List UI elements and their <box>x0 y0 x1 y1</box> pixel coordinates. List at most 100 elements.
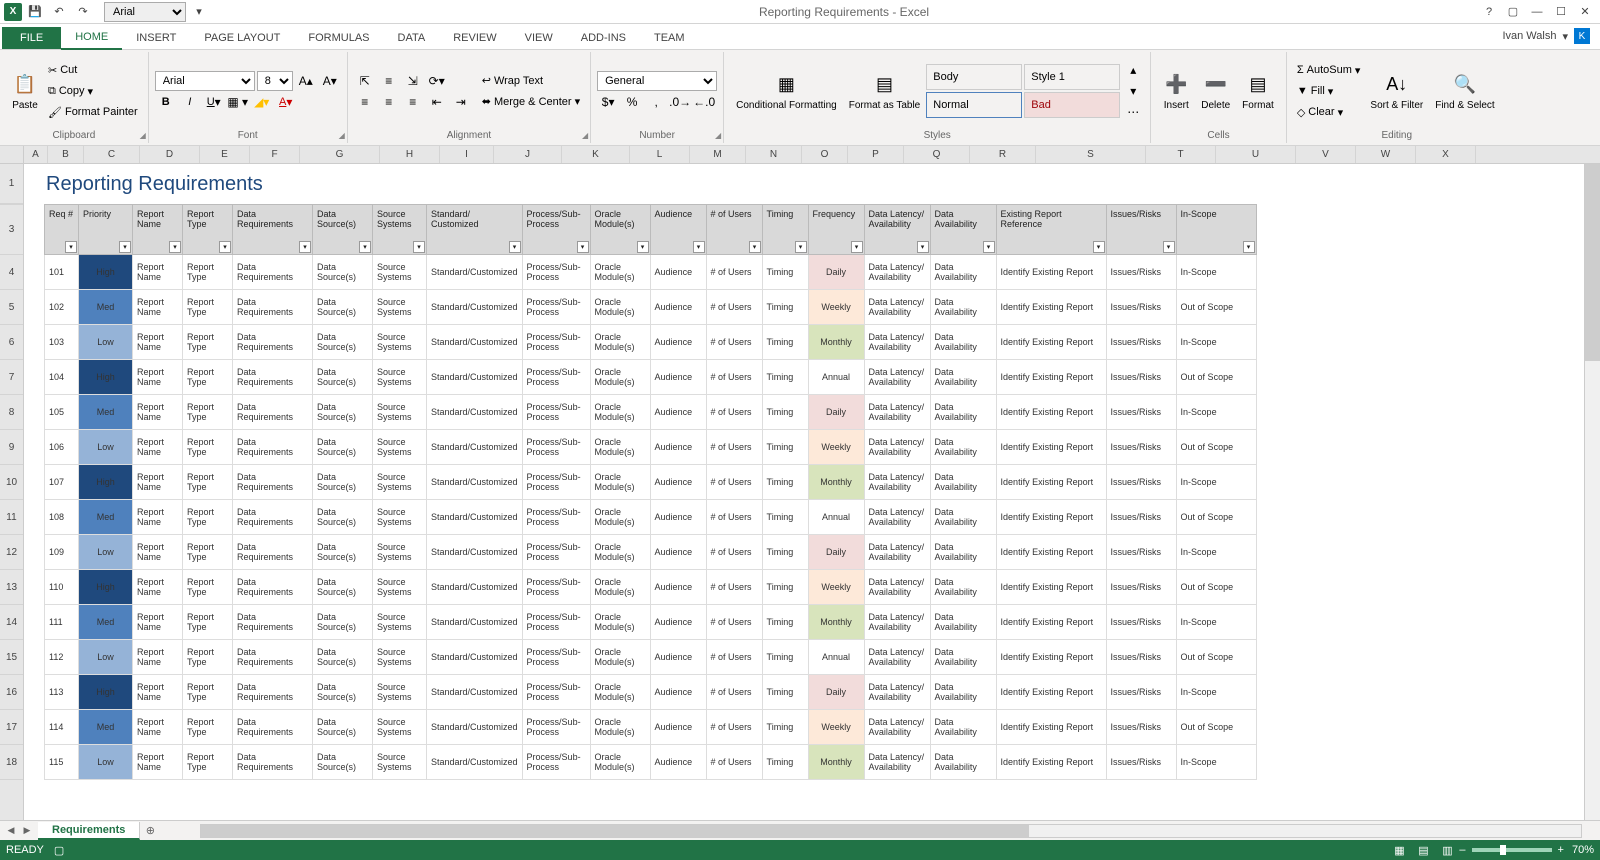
cell[interactable]: Issues/Risks <box>1106 255 1176 290</box>
sort-filter-button[interactable]: A↓Sort & Filter <box>1364 58 1429 124</box>
cell[interactable]: Timing <box>762 465 808 500</box>
cell[interactable]: Data Requirements <box>233 640 313 675</box>
filter-icon[interactable]: ▾ <box>299 241 311 253</box>
table-header[interactable]: Report Name▾ <box>133 205 183 255</box>
filter-icon[interactable]: ▾ <box>795 241 807 253</box>
ribbon-options-icon[interactable]: ▢ <box>1502 2 1524 22</box>
cell[interactable]: Report Type <box>183 465 233 500</box>
row-header[interactable]: 6 <box>0 325 23 360</box>
cell[interactable]: Med <box>79 500 133 535</box>
cell[interactable]: Report Type <box>183 675 233 710</box>
cell[interactable]: Data Requirements <box>233 360 313 395</box>
cell[interactable]: Identify Existing Report <box>996 675 1106 710</box>
cell[interactable]: Identify Existing Report <box>996 640 1106 675</box>
cell[interactable]: Data Requirements <box>233 465 313 500</box>
style-bad[interactable]: Bad <box>1024 92 1120 118</box>
cell[interactable]: Weekly <box>808 710 864 745</box>
close-icon[interactable]: ✕ <box>1574 2 1596 22</box>
cell[interactable]: Audience <box>650 710 706 745</box>
cell[interactable]: Process/Sub-Process <box>522 745 590 780</box>
cell[interactable]: Data Source(s) <box>313 255 373 290</box>
cell[interactable]: Daily <box>808 535 864 570</box>
table-header[interactable]: Audience▾ <box>650 205 706 255</box>
user-account[interactable]: Ivan Walsh ▾ K <box>1494 23 1598 49</box>
orientation-icon[interactable]: ⟳▾ <box>426 71 448 91</box>
cell[interactable]: Audience <box>650 745 706 780</box>
cell[interactable]: High <box>79 255 133 290</box>
zoom-level[interactable]: 70% <box>1572 844 1594 856</box>
cell[interactable]: Oracle Module(s) <box>590 255 650 290</box>
row-header[interactable]: 8 <box>0 395 23 430</box>
cell[interactable]: Standard/Customized <box>427 255 523 290</box>
table-header[interactable]: Oracle Module(s)▾ <box>590 205 650 255</box>
sheet-nav-first-icon[interactable]: ◀ <box>4 823 18 839</box>
cell[interactable]: Weekly <box>808 570 864 605</box>
cell[interactable]: 104 <box>45 360 79 395</box>
cell[interactable]: # of Users <box>706 430 762 465</box>
cell[interactable]: 115 <box>45 745 79 780</box>
cell[interactable]: Timing <box>762 675 808 710</box>
decrease-decimal-icon[interactable]: ←.0 <box>693 92 715 112</box>
delete-button[interactable]: ➖Delete <box>1195 58 1236 124</box>
cell[interactable]: Monthly <box>808 745 864 780</box>
cell[interactable]: Audience <box>650 640 706 675</box>
cell[interactable]: Data Requirements <box>233 255 313 290</box>
cell[interactable]: Data Source(s) <box>313 535 373 570</box>
table-header[interactable]: Priority▾ <box>79 205 133 255</box>
filter-icon[interactable]: ▾ <box>693 241 705 253</box>
cell[interactable]: Report Type <box>183 395 233 430</box>
cell[interactable]: # of Users <box>706 675 762 710</box>
table-header[interactable]: Standard/ Customized▾ <box>427 205 523 255</box>
cell[interactable]: Issues/Risks <box>1106 290 1176 325</box>
cell[interactable]: Data Latency/ Availability <box>864 290 930 325</box>
cell[interactable]: Identify Existing Report <box>996 325 1106 360</box>
cell[interactable]: Timing <box>762 255 808 290</box>
cell[interactable]: # of Users <box>706 640 762 675</box>
cell[interactable]: Data Requirements <box>233 675 313 710</box>
cell[interactable]: Identify Existing Report <box>996 395 1106 430</box>
cell[interactable]: Standard/Customized <box>427 605 523 640</box>
cell[interactable]: Process/Sub-Process <box>522 500 590 535</box>
cell[interactable]: Identify Existing Report <box>996 500 1106 535</box>
cell[interactable]: 108 <box>45 500 79 535</box>
cell[interactable]: # of Users <box>706 710 762 745</box>
cell[interactable]: Daily <box>808 675 864 710</box>
cell[interactable]: Process/Sub-Process <box>522 395 590 430</box>
cell[interactable]: Timing <box>762 710 808 745</box>
zoom-in-icon[interactable]: + <box>1558 844 1564 856</box>
cell[interactable]: Report Name <box>133 745 183 780</box>
cell[interactable]: Timing <box>762 605 808 640</box>
cell[interactable]: Low <box>79 640 133 675</box>
cell[interactable]: Data Availability <box>930 360 996 395</box>
shrink-font-icon[interactable]: A▾ <box>319 71 341 91</box>
cell[interactable]: Low <box>79 325 133 360</box>
table-header[interactable]: Process/Sub-Process▾ <box>522 205 590 255</box>
cell[interactable]: Data Availability <box>930 535 996 570</box>
cell[interactable]: # of Users <box>706 395 762 430</box>
table-row[interactable]: 109LowReport NameReport TypeData Require… <box>45 535 1257 570</box>
cell[interactable]: Data Latency/ Availability <box>864 500 930 535</box>
cell[interactable]: Issues/Risks <box>1106 640 1176 675</box>
cell[interactable]: Report Name <box>133 290 183 325</box>
col-header-W[interactable]: W <box>1356 146 1416 163</box>
cell[interactable]: Source Systems <box>373 255 427 290</box>
cell[interactable]: Oracle Module(s) <box>590 430 650 465</box>
col-header-U[interactable]: U <box>1216 146 1296 163</box>
cell[interactable]: Issues/Risks <box>1106 395 1176 430</box>
cell[interactable]: Process/Sub-Process <box>522 255 590 290</box>
cell[interactable]: 111 <box>45 605 79 640</box>
cell[interactable]: Data Requirements <box>233 745 313 780</box>
cell[interactable]: # of Users <box>706 745 762 780</box>
cell[interactable]: Issues/Risks <box>1106 430 1176 465</box>
table-row[interactable]: 102MedReport NameReport TypeData Require… <box>45 290 1257 325</box>
cell[interactable]: Data Requirements <box>233 395 313 430</box>
cell[interactable]: Data Latency/ Availability <box>864 535 930 570</box>
page-layout-view-icon[interactable]: ▤ <box>1412 842 1434 858</box>
cell[interactable]: Data Requirements <box>233 570 313 605</box>
table-header[interactable]: # of Users▾ <box>706 205 762 255</box>
cell[interactable]: Data Requirements <box>233 605 313 640</box>
cell[interactable]: Data Availability <box>930 675 996 710</box>
cell[interactable]: Source Systems <box>373 395 427 430</box>
cell[interactable]: 112 <box>45 640 79 675</box>
col-header-D[interactable]: D <box>140 146 200 163</box>
